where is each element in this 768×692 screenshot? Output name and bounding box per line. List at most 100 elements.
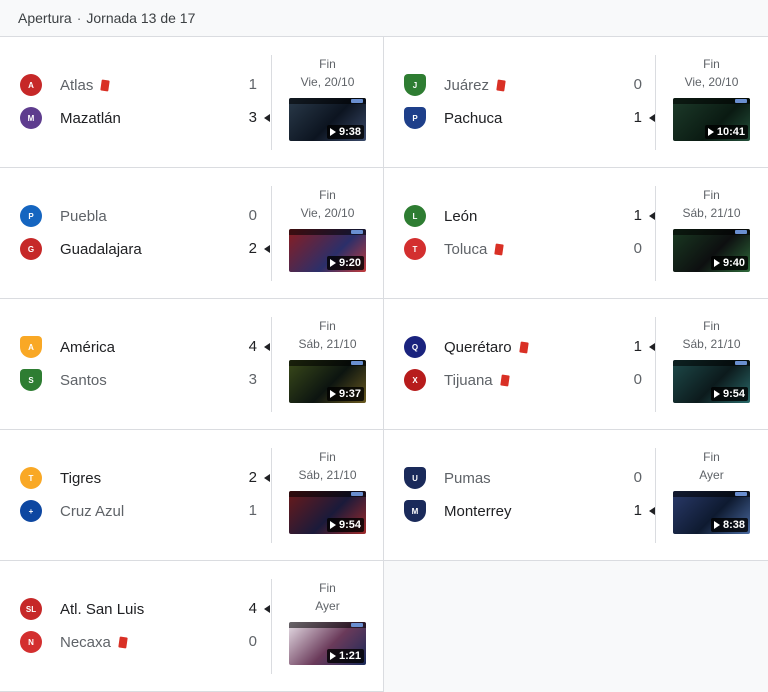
home-team[interactable]: J Juárez	[404, 74, 506, 96]
play-icon	[707, 128, 714, 136]
red-card-icon	[100, 78, 111, 92]
empty-cell	[384, 561, 768, 692]
video-duration: 1:21	[338, 650, 361, 662]
home-team-name: Pumas	[444, 469, 491, 487]
away-team[interactable]: S Santos	[20, 369, 107, 391]
status-label: Fin	[319, 188, 336, 202]
video-duration-badge: 8:38	[710, 518, 748, 532]
away-score: 3	[248, 371, 257, 388]
necaxa-crest-icon: N	[20, 631, 42, 653]
match-date: Sáb, 21/10	[298, 337, 357, 351]
status-label: Fin	[319, 319, 336, 333]
match-card[interactable]: L León T Toluca 1 0 Fin Sáb, 21/10 9:40	[384, 168, 768, 299]
video-duration: 9:54	[338, 519, 361, 531]
match-card[interactable]: T Tigres + Cruz Azul 2 1 Fin Sáb, 21/10 …	[0, 430, 384, 561]
highlights-video-thumbnail[interactable]: 9:40	[673, 229, 750, 272]
red-card-icon	[499, 373, 510, 387]
highlights-video-thumbnail[interactable]: 9:38	[289, 98, 366, 141]
thumbnail-overlay-bar	[673, 360, 750, 366]
thumbnail-overlay-bar	[673, 491, 750, 497]
away-score: 0	[633, 240, 642, 257]
video-duration: 9:40	[722, 257, 745, 269]
away-team[interactable]: + Cruz Azul	[20, 500, 124, 522]
away-team-name: Pachuca	[444, 109, 503, 127]
match-status: Fin Sáb, 21/10	[272, 448, 383, 484]
home-team[interactable]: T Tigres	[20, 467, 101, 489]
match-card[interactable]: SL Atl. San Luis N Necaxa 4 0 Fin Ayer 1…	[0, 561, 384, 692]
away-team-name: Monterrey	[444, 502, 512, 520]
away-team[interactable]: P Pachuca	[404, 107, 502, 129]
away-team[interactable]: X Tijuana	[404, 369, 510, 391]
home-team[interactable]: P Puebla	[20, 205, 107, 227]
play-icon	[329, 652, 336, 660]
winner-arrow-icon	[264, 474, 270, 482]
highlights-video-thumbnail[interactable]: 9:54	[673, 360, 750, 403]
video-duration-badge: 9:40	[710, 256, 748, 270]
home-score: 4	[248, 338, 257, 355]
match-card[interactable]: J Juárez P Pachuca 0 1 Fin Vie, 20/10 10…	[384, 37, 768, 168]
match-card[interactable]: U Pumas M Monterrey 0 1 Fin Ayer 8:38	[384, 430, 768, 561]
status-label: Fin	[319, 57, 336, 71]
home-team[interactable]: SL Atl. San Luis	[20, 598, 144, 620]
away-score: 1	[633, 502, 642, 519]
round-label: Jornada 13 de 17	[86, 10, 196, 26]
home-score: 0	[633, 469, 642, 486]
highlights-video-thumbnail[interactable]: 9:37	[289, 360, 366, 403]
play-icon	[329, 390, 336, 398]
home-score: 1	[633, 338, 642, 355]
play-icon	[329, 128, 336, 136]
home-team[interactable]: L León	[404, 205, 477, 227]
match-card[interactable]: Q Querétaro X Tijuana 1 0 Fin Sáb, 21/10…	[384, 299, 768, 430]
video-duration: 9:20	[338, 257, 361, 269]
leon-crest-icon: L	[404, 205, 426, 227]
home-team[interactable]: A América	[20, 336, 115, 358]
highlights-video-thumbnail[interactable]: 9:20	[289, 229, 366, 272]
highlights-video-thumbnail[interactable]: 1:21	[289, 622, 366, 665]
tijuana-crest-icon: X	[404, 369, 426, 391]
home-team[interactable]: A Atlas	[20, 74, 111, 96]
thumbnail-overlay-bar	[289, 491, 366, 497]
highlights-video-thumbnail[interactable]: 10:41	[673, 98, 750, 141]
away-team[interactable]: M Monterrey	[404, 500, 512, 522]
home-score: 1	[248, 76, 257, 93]
atletico-san-luis-crest-icon: SL	[20, 598, 42, 620]
away-team[interactable]: M Mazatlán	[20, 107, 121, 129]
match-card[interactable]: P Puebla G Guadalajara 0 2 Fin Vie, 20/1…	[0, 168, 384, 299]
away-score: 2	[248, 240, 257, 257]
pumas-crest-icon: U	[404, 467, 426, 489]
match-card[interactable]: A América S Santos 4 3 Fin Sáb, 21/10 9:…	[0, 299, 384, 430]
winner-arrow-icon	[264, 343, 270, 351]
away-team[interactable]: T Toluca	[404, 238, 505, 260]
highlights-video-thumbnail[interactable]: 9:54	[289, 491, 366, 534]
red-card-icon	[494, 242, 505, 256]
mazatlan-crest-icon: M	[20, 107, 42, 129]
away-team[interactable]: N Necaxa	[20, 631, 128, 653]
home-team[interactable]: U Pumas	[404, 467, 491, 489]
video-duration: 10:41	[716, 126, 745, 138]
match-card[interactable]: A Atlas M Mazatlán 1 3 Fin Vie, 20/10 9:…	[0, 37, 384, 168]
thumbnail-overlay-bar	[289, 360, 366, 366]
away-score: 1	[633, 109, 642, 126]
winner-arrow-icon	[264, 605, 270, 613]
home-team-name: Juárez	[444, 76, 490, 94]
home-score: 2	[248, 469, 257, 486]
video-duration-badge: 9:37	[326, 387, 364, 401]
match-date: Vie, 20/10	[684, 75, 739, 89]
video-duration-badge: 9:54	[710, 387, 748, 401]
highlights-video-thumbnail[interactable]: 8:38	[673, 491, 750, 534]
competition-label: Apertura	[18, 10, 72, 26]
video-duration: 9:54	[722, 388, 745, 400]
atlas-crest-icon: A	[20, 74, 42, 96]
away-team-name: Cruz Azul	[60, 502, 125, 520]
america-crest-icon: A	[20, 336, 42, 358]
video-duration-badge: 9:54	[326, 518, 364, 532]
away-team-name: Necaxa	[60, 633, 111, 651]
home-team[interactable]: Q Querétaro	[404, 336, 529, 358]
thumbnail-overlay-bar	[289, 622, 366, 628]
match-date: Vie, 20/10	[300, 75, 355, 89]
match-date: Ayer	[315, 599, 340, 613]
video-duration-badge: 9:20	[326, 256, 364, 270]
match-status: Fin Ayer	[656, 448, 767, 484]
away-team[interactable]: G Guadalajara	[20, 238, 142, 260]
status-label: Fin	[319, 581, 336, 595]
